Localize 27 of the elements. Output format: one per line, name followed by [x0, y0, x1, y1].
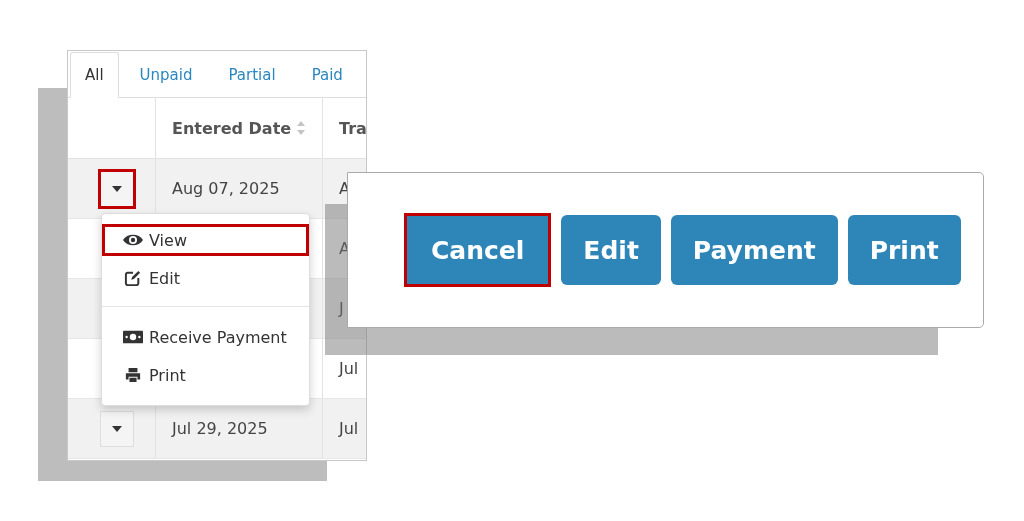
- printer-icon: [123, 367, 143, 383]
- menu-item[interactable]: Print: [102, 359, 309, 391]
- menu-item[interactable]: Edit: [102, 262, 309, 294]
- table-cell: Jul 29, 2025: [172, 419, 268, 438]
- column-header[interactable]: Tra: [339, 118, 366, 138]
- row-menu-toggle[interactable]: [98, 168, 136, 209]
- menu-item[interactable]: Receive Payment: [102, 321, 309, 353]
- filter-tab[interactable]: Partial: [213, 52, 291, 98]
- sort-icon: [297, 121, 306, 135]
- caret-icon: [112, 185, 122, 192]
- table-cell: Jul: [339, 359, 359, 378]
- edit-icon: [123, 270, 143, 286]
- eye-icon: [123, 232, 143, 248]
- menu-item[interactable]: View: [102, 224, 309, 256]
- action-button[interactable]: Edit: [561, 215, 661, 285]
- filter-tab[interactable]: All: [70, 52, 119, 98]
- table-cell: Aug 07, 2025: [172, 179, 280, 198]
- filter-tab[interactable]: Paid: [296, 52, 358, 98]
- action-button[interactable]: Payment: [670, 215, 838, 285]
- caret-icon: [112, 425, 122, 432]
- money-icon: [123, 329, 143, 345]
- table-cell: J: [339, 299, 344, 318]
- table-cell: Jul: [339, 419, 359, 438]
- column-header[interactable]: Entered Date: [172, 118, 292, 138]
- filter-tab[interactable]: Unpaid: [124, 52, 208, 98]
- action-button[interactable]: Cancel: [404, 213, 552, 287]
- action-button[interactable]: Print: [847, 215, 961, 285]
